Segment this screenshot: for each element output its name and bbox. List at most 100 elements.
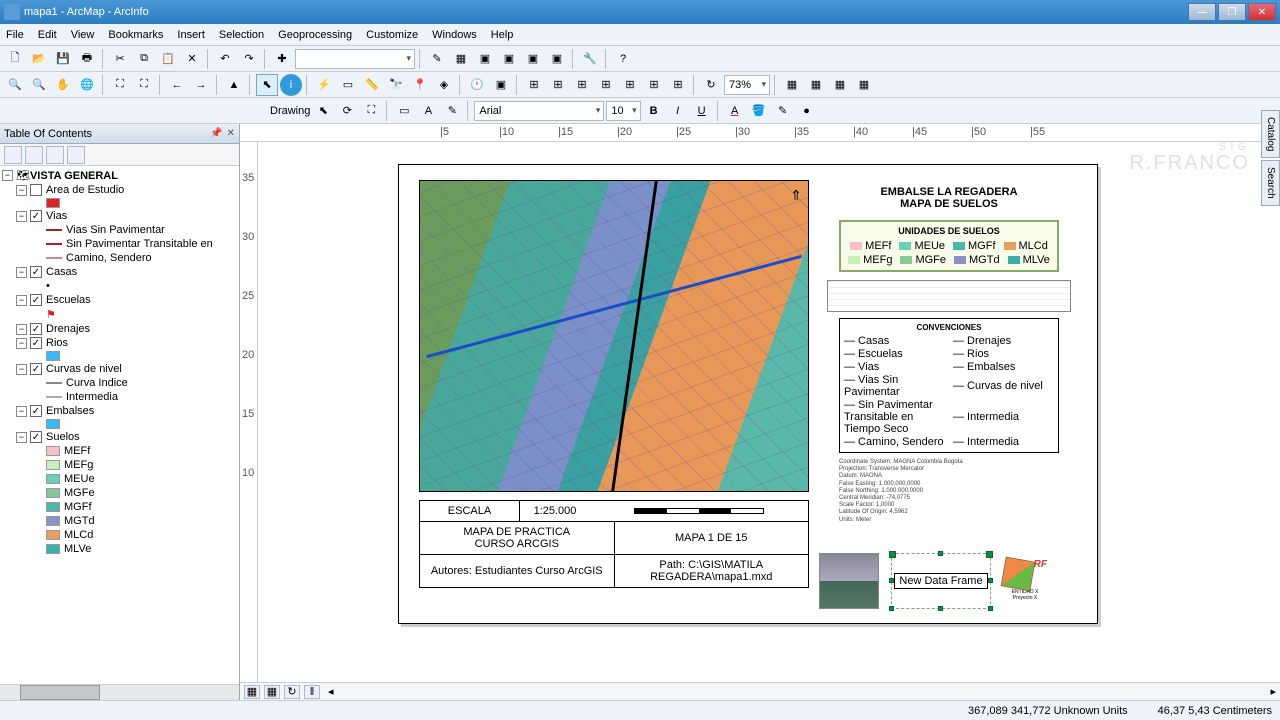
window4-icon[interactable]: ▣ bbox=[546, 48, 568, 70]
window1-icon[interactable]: ▣ bbox=[474, 48, 496, 70]
toolbox-icon[interactable]: 🔧 bbox=[579, 48, 601, 70]
globe-icon[interactable]: 🌐 bbox=[76, 74, 98, 96]
draw-zoom-icon[interactable]: ⛶ bbox=[360, 100, 382, 122]
toc-layer[interactable]: −✓Escuelas bbox=[2, 293, 237, 307]
find-icon[interactable]: 🔭 bbox=[385, 74, 407, 96]
font-size-combo[interactable]: 10 bbox=[606, 101, 640, 121]
menu-customize[interactable]: Customize bbox=[366, 29, 418, 41]
georef-icon[interactable]: ⊞ bbox=[523, 74, 545, 96]
toc-pin-icon[interactable]: 📌 bbox=[210, 128, 222, 139]
georef3-icon[interactable]: ⊞ bbox=[571, 74, 593, 96]
maximize-button[interactable]: ❐ bbox=[1218, 3, 1246, 21]
table-icon[interactable]: ▦ bbox=[450, 48, 472, 70]
logo-3d[interactable]: RF ENTIDAD X Proyecto X bbox=[1003, 559, 1047, 603]
georef2-icon[interactable]: ⊞ bbox=[547, 74, 569, 96]
draw-text-icon[interactable]: A bbox=[417, 100, 439, 122]
toc-tab-selection[interactable] bbox=[67, 146, 85, 164]
pause-button[interactable]: ‖ bbox=[304, 685, 320, 699]
layout-view-button[interactable]: ▦ bbox=[264, 685, 280, 699]
draw-edit-icon[interactable]: ✎ bbox=[441, 100, 463, 122]
georef7-icon[interactable]: ⊞ bbox=[667, 74, 689, 96]
draw-select-icon[interactable]: ⬉ bbox=[312, 100, 334, 122]
window-a-icon[interactable]: ▣ bbox=[490, 74, 512, 96]
toc-layer[interactable]: −✓Curvas de nivel bbox=[2, 362, 237, 376]
goto-icon[interactable]: ◈ bbox=[433, 74, 455, 96]
layout-area[interactable]: SIG R.FRANCO ⇑ ESCALA 1:25.000 bbox=[258, 142, 1280, 682]
toc-scrollbar[interactable] bbox=[0, 684, 239, 700]
layout-view-icon[interactable]: ▦ bbox=[805, 74, 827, 96]
undo-icon[interactable]: ↶ bbox=[214, 48, 236, 70]
open-icon[interactable]: 📂 bbox=[28, 48, 50, 70]
photo-frame[interactable] bbox=[819, 553, 879, 609]
data-view-icon[interactable]: ▦ bbox=[781, 74, 803, 96]
refresh-button[interactable]: ↻ bbox=[284, 685, 300, 699]
select-elements-icon[interactable]: ⬉ bbox=[256, 74, 278, 96]
legend-box[interactable]: UNIDADES DE SUELOS MEFfMEUeMGFfMLCdMEFgM… bbox=[839, 220, 1059, 272]
back-icon[interactable]: ← bbox=[166, 74, 188, 96]
toc-layer[interactable]: −✓Embalses bbox=[2, 404, 237, 418]
toc-close-icon[interactable]: ✕ bbox=[227, 128, 235, 139]
bold-button[interactable]: B bbox=[643, 100, 665, 122]
window3-icon[interactable]: ▣ bbox=[522, 48, 544, 70]
fill-color-icon[interactable]: 🪣 bbox=[748, 100, 770, 122]
marker-color-icon[interactable]: ● bbox=[796, 100, 818, 122]
toc-tab-list[interactable] bbox=[4, 146, 22, 164]
time-icon[interactable]: 🕐 bbox=[466, 74, 488, 96]
html-popup-icon[interactable]: ▭ bbox=[337, 74, 359, 96]
window2-icon[interactable]: ▣ bbox=[498, 48, 520, 70]
layout-view2-icon[interactable]: ▦ bbox=[829, 74, 851, 96]
toc-layer[interactable]: −Area de Estudio bbox=[2, 183, 237, 197]
print-icon[interactable]: 🖶 bbox=[76, 48, 98, 70]
menu-windows[interactable]: Windows bbox=[432, 29, 477, 41]
menu-help[interactable]: Help bbox=[491, 29, 514, 41]
catalog-tab[interactable]: Catalog bbox=[1261, 110, 1280, 158]
close-button[interactable]: ✕ bbox=[1248, 3, 1276, 21]
menu-bookmarks[interactable]: Bookmarks bbox=[108, 29, 163, 41]
help-icon[interactable]: ? bbox=[612, 48, 634, 70]
copy-icon[interactable]: ⧉ bbox=[133, 48, 155, 70]
menu-insert[interactable]: Insert bbox=[177, 29, 205, 41]
fixed-zoomout-icon[interactable]: ⛶ bbox=[133, 74, 155, 96]
georef6-icon[interactable]: ⊞ bbox=[643, 74, 665, 96]
delete-icon[interactable]: ✕ bbox=[181, 48, 203, 70]
toc-layer[interactable]: −✓Suelos bbox=[2, 430, 237, 444]
zoomout-icon[interactable]: 🔍 bbox=[28, 74, 50, 96]
forward-icon[interactable]: → bbox=[190, 74, 212, 96]
paste-icon[interactable]: 📋 bbox=[157, 48, 179, 70]
toc-layer[interactable]: −✓Casas bbox=[2, 265, 237, 279]
map-frame[interactable]: ⇑ bbox=[419, 180, 809, 492]
fixed-zoomin-icon[interactable]: ⛶ bbox=[109, 74, 131, 96]
select-arrow-icon[interactable]: ▲ bbox=[223, 74, 245, 96]
menu-selection[interactable]: Selection bbox=[219, 29, 264, 41]
conventions-box[interactable]: CONVENCIONES — Casas— Drenajes— Escuelas… bbox=[839, 318, 1059, 453]
font-name-combo[interactable]: Arial bbox=[474, 101, 604, 121]
info-block[interactable]: ESCALA 1:25.000 MAPA DE PRACTICACURSO AR… bbox=[419, 500, 809, 588]
minimize-button[interactable]: — bbox=[1188, 3, 1216, 21]
data-view-button[interactable]: ▦ bbox=[244, 685, 260, 699]
menu-edit[interactable]: Edit bbox=[38, 29, 57, 41]
toc-tab-source[interactable] bbox=[25, 146, 43, 164]
font-color-icon[interactable]: A bbox=[724, 100, 746, 122]
underline-button[interactable]: U bbox=[691, 100, 713, 122]
editor-icon[interactable]: ✎ bbox=[426, 48, 448, 70]
layout-page[interactable]: ⇑ ESCALA 1:25.000 MAPA DE PRACTICACURSO … bbox=[398, 164, 1098, 624]
redo-icon[interactable]: ↷ bbox=[238, 48, 260, 70]
search-tab[interactable]: Search bbox=[1261, 160, 1280, 206]
hyperlink-icon[interactable]: ⚡ bbox=[313, 74, 335, 96]
georef4-icon[interactable]: ⊞ bbox=[595, 74, 617, 96]
new-data-frame[interactable]: New Data Frame bbox=[891, 553, 991, 609]
draw-rect-icon[interactable]: ▭ bbox=[393, 100, 415, 122]
line-color-icon[interactable]: ✎ bbox=[772, 100, 794, 122]
layout-view3-icon[interactable]: ▦ bbox=[853, 74, 875, 96]
measure-icon[interactable]: 📏 bbox=[361, 74, 383, 96]
toc-root[interactable]: −🗺 VISTA GENERAL bbox=[2, 168, 237, 183]
italic-button[interactable]: I bbox=[667, 100, 689, 122]
menu-view[interactable]: View bbox=[71, 29, 95, 41]
refresh-icon[interactable]: ↻ bbox=[700, 74, 722, 96]
findroute-icon[interactable]: 📍 bbox=[409, 74, 431, 96]
zoomin-icon[interactable]: 🔍 bbox=[4, 74, 26, 96]
add-data-icon[interactable]: ✚ bbox=[271, 48, 293, 70]
pan-icon[interactable]: ✋ bbox=[52, 74, 74, 96]
toc-layer[interactable]: −✓Rios bbox=[2, 336, 237, 350]
save-icon[interactable]: 💾 bbox=[52, 48, 74, 70]
